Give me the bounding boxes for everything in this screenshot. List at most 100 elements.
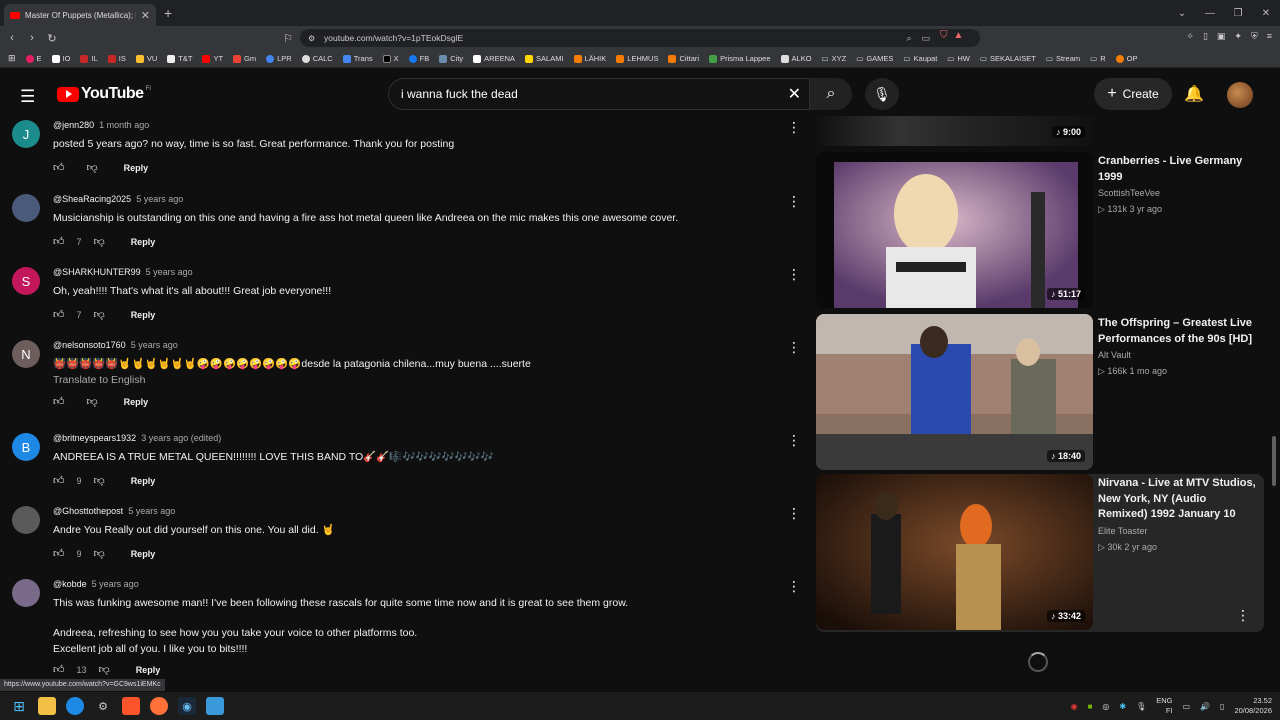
scrollbar-thumb[interactable]	[1272, 436, 1276, 486]
tray-mic-icon[interactable]: 🎙	[1136, 702, 1146, 711]
comment-more-icon[interactable]: ⋮	[787, 506, 801, 520]
reply-button[interactable]: Reply	[131, 237, 156, 247]
notifications-bell-icon[interactable]: 🔔	[1184, 84, 1204, 104]
comment-avatar[interactable]: S	[12, 267, 40, 295]
tray-bluetooth-icon[interactable]: ✱	[1119, 702, 1126, 711]
windows-start-icon[interactable]: ⊞	[10, 697, 28, 715]
bookmark-item[interactable]: LPR	[266, 54, 292, 63]
comment-avatar[interactable]: B	[12, 433, 40, 461]
site-info-icon[interactable]: ⚙	[308, 34, 315, 43]
video-card[interactable]: ♪ 33:42 Nirvana - Live at MTV Studios, N…	[816, 474, 1264, 632]
reply-button[interactable]: Reply	[124, 163, 149, 173]
bookmark-item[interactable]: City	[439, 54, 463, 63]
vpn-icon[interactable]: ⛨	[1251, 31, 1258, 42]
bookmark-item[interactable]: Gm	[233, 54, 256, 63]
reply-button[interactable]: Reply	[136, 665, 161, 675]
bookmark-item[interactable]: T&T	[167, 54, 192, 63]
comment-time[interactable]: 3 years ago (edited)	[141, 433, 221, 443]
reply-button[interactable]: Reply	[131, 549, 156, 559]
dislike-icon[interactable]: 👎︎	[94, 308, 105, 321]
comment-author[interactable]: @Ghosttothepost	[53, 506, 123, 516]
tray-app-icon[interactable]: ◉	[1071, 702, 1078, 711]
sidebar-icon[interactable]: ▯	[1203, 31, 1208, 42]
bookmark-item[interactable]: ALKO	[780, 54, 812, 63]
forward-icon[interactable]: ›	[22, 32, 42, 44]
comment-more-icon[interactable]: ⋮	[787, 433, 801, 447]
hamburger-menu-icon[interactable]: ☰	[20, 87, 35, 107]
video-title[interactable]: The Offspring – Greatest Live Performanc…	[1098, 316, 1256, 347]
video-info[interactable]: Cranberries - Live Germany 1999 Scottish…	[1098, 154, 1256, 215]
video-channel[interactable]: Elite Toaster	[1098, 526, 1256, 536]
comment-avatar[interactable]: N	[12, 340, 40, 368]
video-more-icon[interactable]: ⋮	[1236, 607, 1250, 624]
dislike-icon[interactable]: 👎︎	[94, 547, 105, 560]
comment-time[interactable]: 5 years ago	[92, 579, 139, 589]
reply-button[interactable]: Reply	[124, 397, 149, 407]
bookmark-item[interactable]: Prisma Lappee	[709, 54, 771, 63]
reply-button[interactable]: Reply	[131, 476, 156, 486]
bookmark-folder[interactable]: ▭ Kaupat	[903, 54, 937, 63]
youtube-logo[interactable]: YouTube FI	[57, 85, 151, 103]
bookmark-folder[interactable]: ▭ XYZ	[822, 54, 847, 63]
brave-shield-icon[interactable]: ⛉	[940, 30, 948, 41]
bookmark-folder[interactable]: ▭ GAMES	[856, 54, 893, 63]
bookmark-folder[interactable]: ▭ SEKALAISET	[980, 54, 1036, 63]
video-thumbnail[interactable]: ♪ 9:00	[816, 116, 1093, 146]
comment-avatar[interactable]	[12, 506, 40, 534]
comment-more-icon[interactable]: ⋮	[787, 579, 801, 593]
apps-icon[interactable]: ⊞	[8, 53, 16, 64]
comment-avatar[interactable]	[12, 194, 40, 222]
create-button[interactable]: + Create	[1094, 78, 1172, 110]
tray-nvidia-icon[interactable]: ■	[1088, 702, 1093, 711]
search-button[interactable]: ⌕	[810, 78, 852, 110]
video-channel[interactable]: Alt Vault	[1098, 350, 1256, 360]
bookmark-item[interactable]: IS	[107, 54, 126, 63]
bookmark-item[interactable]: VU	[135, 54, 157, 63]
address-bar[interactable]: ⚙ youtube.com/watch?v=1pTEokDsglE ⌕ ▭	[300, 29, 980, 47]
comment-author[interactable]: @britneyspears1932	[53, 433, 136, 443]
minimize-icon[interactable]: —	[1196, 8, 1224, 19]
bookmark-item[interactable]: CALC	[301, 54, 333, 63]
video-card[interactable]: ♪ 51:17 Cranberries - Live Germany 1999 …	[816, 152, 1264, 308]
comment-author[interactable]: @SHARKHUNTER99	[53, 267, 141, 277]
comment-author[interactable]: @jenn280	[53, 120, 94, 130]
comment-time[interactable]: 5 years ago	[136, 194, 183, 204]
zoom-icon[interactable]: ⌕	[906, 33, 911, 44]
bookmark-item[interactable]: IO	[51, 54, 70, 63]
bookmark-item[interactable]: OP	[1115, 54, 1137, 63]
video-thumbnail[interactable]: ♪ 18:40	[816, 314, 1093, 470]
comment-avatar[interactable]: J	[12, 120, 40, 148]
video-card[interactable]: ♪ 9:00	[816, 116, 1264, 146]
account-avatar[interactable]	[1227, 82, 1253, 108]
comment-more-icon[interactable]: ⋮	[787, 340, 801, 354]
bookmark-folder[interactable]: ▭ Stream	[1046, 54, 1080, 63]
dislike-icon[interactable]: 👎︎	[87, 161, 98, 174]
leo-icon[interactable]: ✦	[1234, 31, 1242, 42]
firefox-icon[interactable]	[150, 697, 168, 715]
browser-tab[interactable]: Master Of Puppets (Metallica); B ✕	[4, 4, 156, 26]
bookmark-item[interactable]: Trans	[342, 54, 373, 63]
network-icon[interactable]: ▭	[1183, 702, 1191, 711]
comment-author[interactable]: @nelsonsoto1760	[53, 340, 126, 350]
comment-time[interactable]: 5 years ago	[146, 267, 193, 277]
video-title[interactable]: Nirvana - Live at MTV Studios, New York,…	[1098, 476, 1256, 523]
dislike-icon[interactable]: 👎︎	[87, 395, 98, 408]
clear-search-icon[interactable]: ✕	[788, 84, 801, 104]
voice-search-button[interactable]: 🎙	[865, 78, 899, 110]
bookmark-item[interactable]: SALAMI	[525, 54, 564, 63]
comment-more-icon[interactable]: ⋮	[787, 267, 801, 281]
like-icon[interactable]: 👍︎	[53, 161, 65, 174]
brave-icon[interactable]	[122, 697, 140, 715]
like-icon[interactable]: 👍︎	[53, 547, 65, 560]
steam-icon[interactable]: ◉	[178, 697, 196, 715]
bookmark-icon[interactable]: ⚐	[278, 32, 298, 45]
video-channel[interactable]: ScottishTeeVee	[1098, 188, 1256, 198]
maximize-icon[interactable]: ❐	[1224, 8, 1252, 19]
search-box[interactable]: i wanna fuck the dead ✕	[388, 78, 810, 110]
cast-icon[interactable]: ▭	[921, 33, 930, 44]
comment-author[interactable]: @SheaRacing2025	[53, 194, 131, 204]
close-window-icon[interactable]: ✕	[1252, 8, 1280, 19]
back-icon[interactable]: ‹	[2, 32, 22, 44]
dislike-icon[interactable]: 👎︎	[99, 663, 110, 676]
bookmark-item[interactable]: YT	[202, 54, 223, 63]
